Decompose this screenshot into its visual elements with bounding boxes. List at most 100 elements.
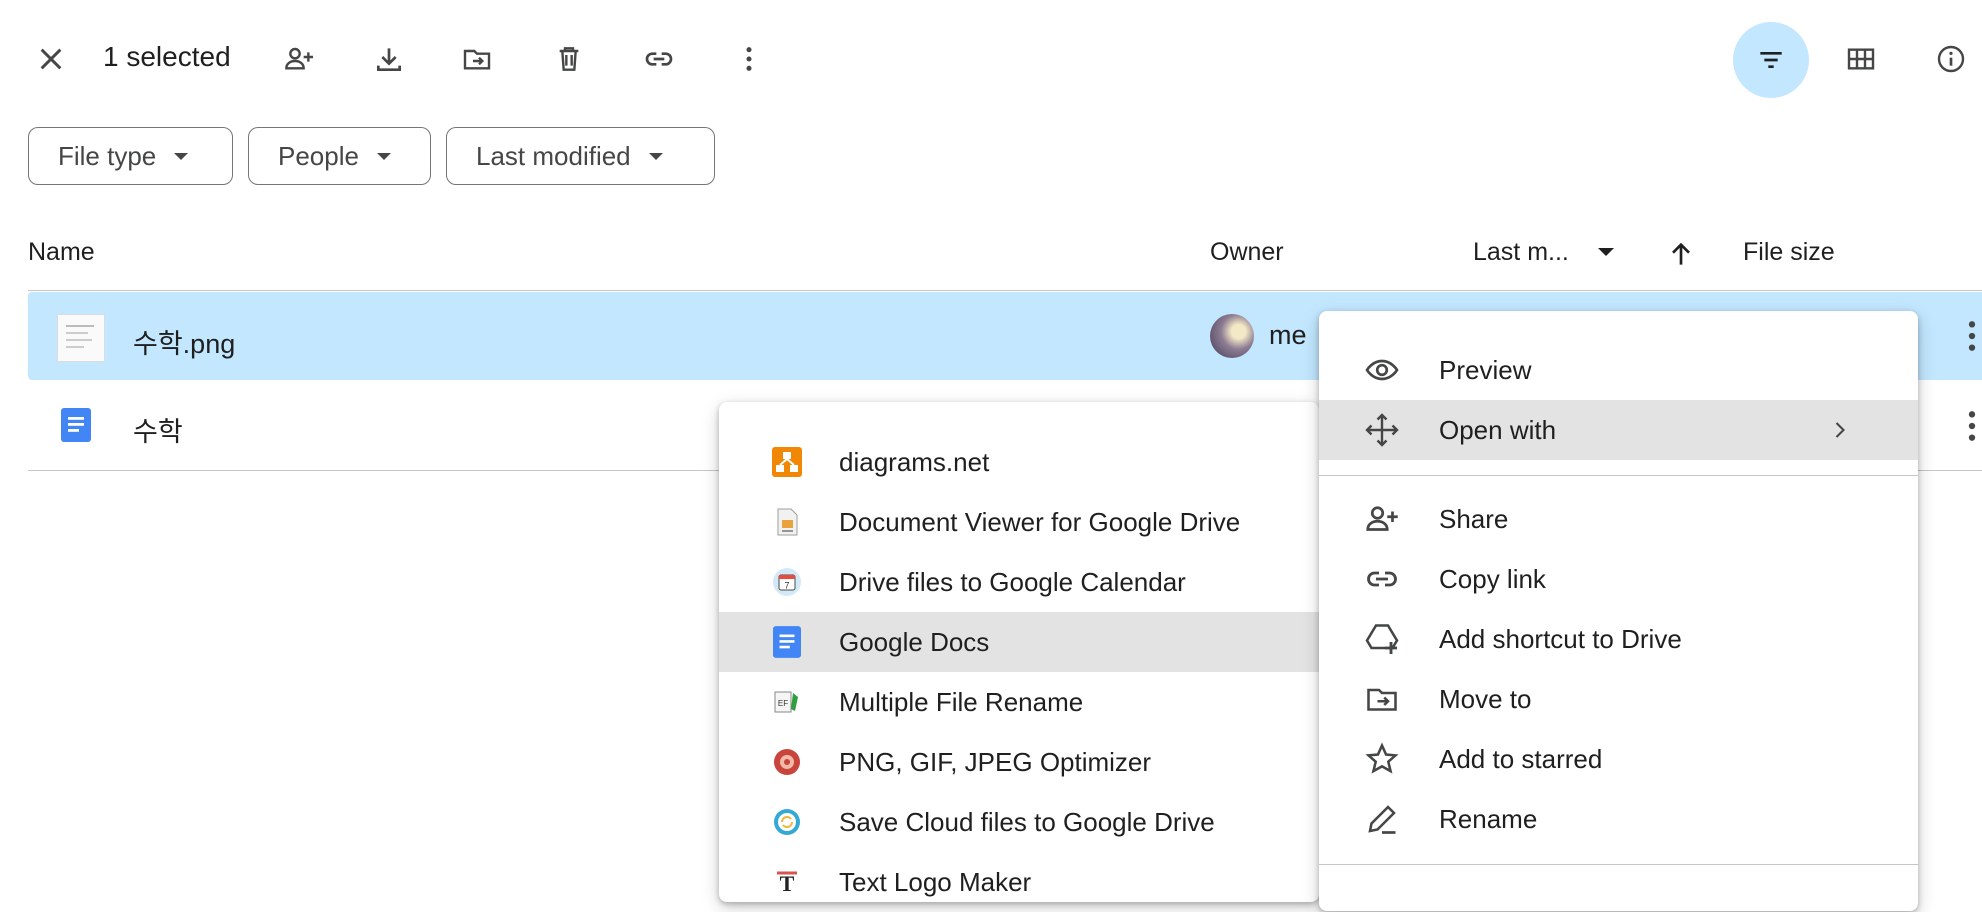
image-thumbnail-icon <box>57 314 105 362</box>
open-with-icon <box>1364 412 1400 448</box>
dropdown-arrow-icon <box>376 152 391 160</box>
sort-direction-button[interactable] <box>1665 238 1697 270</box>
sort-dropdown-icon[interactable] <box>1598 248 1614 256</box>
menu-divider <box>1319 475 1918 476</box>
menu-item-label: PNG, GIF, JPEG Optimizer <box>839 746 1152 777</box>
move-to-folder-icon <box>1364 681 1400 717</box>
add-person-icon <box>285 47 313 70</box>
chevron-right-icon <box>1826 416 1854 444</box>
more-actions-button[interactable] <box>721 31 777 87</box>
more-vert-icon <box>746 47 752 71</box>
file-type-filter-label: File type <box>58 140 157 171</box>
menu-item-label: Rename <box>1439 803 1538 834</box>
filter-icon <box>1760 52 1782 68</box>
menu-item-label: Text Logo Maker <box>839 866 1032 897</box>
file-name: 수학 <box>133 417 183 447</box>
link-icon <box>645 52 673 66</box>
copy-link-button[interactable] <box>631 31 687 87</box>
avatar <box>1210 314 1254 358</box>
rename-pencil-icon <box>1364 801 1400 837</box>
open-with-document-viewer[interactable]: Document Viewer for Google Drive <box>719 492 1319 552</box>
menu-item-add-to-starred[interactable]: Add to starred <box>1319 729 1918 789</box>
details-button[interactable] <box>1923 31 1979 87</box>
more-vert-icon <box>1968 321 1976 351</box>
open-with-save-cloud-files[interactable]: Save Cloud files to Google Drive <box>719 792 1319 852</box>
move-to-folder-icon <box>463 49 491 70</box>
menu-item-label: Add to starred <box>1439 743 1603 774</box>
svg-text:T: T <box>780 871 795 896</box>
star-icon <box>1364 741 1400 777</box>
file-type-filter-chip[interactable]: File type <box>28 127 233 185</box>
menu-item-label: Google Docs <box>839 626 990 657</box>
menu-item-rename[interactable]: Rename <box>1319 789 1918 849</box>
row-more-button[interactable] <box>1952 316 1982 356</box>
close-selection-button[interactable] <box>23 31 79 87</box>
open-with-image-optimizer[interactable]: PNG, GIF, JPEG Optimizer <box>719 732 1319 792</box>
optimizer-icon <box>769 744 805 780</box>
eye-icon <box>1364 352 1400 388</box>
menu-item-label: Save Cloud files to Google Drive <box>839 806 1215 837</box>
menu-item-label: Document Viewer for Google Drive <box>839 506 1241 537</box>
dropdown-arrow-icon <box>174 152 189 160</box>
menu-item-label: Copy link <box>1439 563 1546 594</box>
row-more-button[interactable] <box>1952 406 1982 446</box>
menu-item-label: diagrams.net <box>839 446 990 477</box>
menu-item-label: Open with <box>1439 414 1557 445</box>
google-docs-icon <box>769 624 805 660</box>
diagrams-net-icon <box>769 444 805 480</box>
selection-count: 1 selected <box>103 41 231 72</box>
people-filter-label: People <box>278 140 359 171</box>
menu-divider <box>1319 864 1918 865</box>
open-with-diagrams-net[interactable]: diagrams.net <box>719 432 1319 492</box>
open-with-multiple-file-rename[interactable]: EF Multiple File Rename <box>719 672 1319 732</box>
menu-item-add-shortcut[interactable]: Add shortcut to Drive <box>1319 609 1918 669</box>
file-rename-icon: EF <box>769 684 805 720</box>
document-viewer-icon <box>769 504 805 540</box>
delete-button[interactable] <box>541 31 597 87</box>
last-modified-filter-chip[interactable]: Last modified <box>446 127 715 185</box>
menu-item-label: Move to <box>1439 683 1532 714</box>
file-name: 수학.png <box>133 329 236 359</box>
owner-name: me <box>1269 320 1307 350</box>
svg-text:7: 7 <box>784 581 789 591</box>
menu-item-preview[interactable]: Preview <box>1319 340 1918 400</box>
download-button[interactable] <box>361 31 417 87</box>
name-column-header[interactable]: Name <box>28 238 95 267</box>
menu-item-open-with[interactable]: Open with <box>1319 400 1918 460</box>
filter-button[interactable] <box>1733 22 1809 98</box>
menu-item-label: Add shortcut to Drive <box>1439 623 1682 654</box>
dropdown-arrow-icon <box>648 152 663 160</box>
menu-item-label: Share <box>1439 503 1509 534</box>
share-button[interactable] <box>271 31 327 87</box>
calendar-icon: 7 <box>769 564 805 600</box>
menu-item-label: Preview <box>1439 354 1532 385</box>
grid-view-icon <box>1847 48 1875 70</box>
menu-item-copy-link[interactable]: Copy link <box>1319 549 1918 609</box>
menu-item-label: Multiple File Rename <box>839 686 1084 717</box>
owner-column-header[interactable]: Owner <box>1210 238 1284 267</box>
menu-item-share[interactable]: Share <box>1319 489 1918 549</box>
delete-icon <box>559 47 579 71</box>
header-divider <box>28 290 1982 291</box>
info-icon <box>1937 45 1965 73</box>
save-cloud-icon <box>769 804 805 840</box>
context-menu: Preview Open with Share Copy link Add sh… <box>1319 311 1918 911</box>
link-icon <box>1364 561 1400 597</box>
svg-text:EF: EF <box>778 699 788 708</box>
close-icon <box>40 48 62 70</box>
move-button[interactable] <box>449 31 505 87</box>
last-modified-column-header[interactable]: Last m... <box>1473 238 1569 267</box>
people-filter-chip[interactable]: People <box>248 127 431 185</box>
open-with-google-docs[interactable]: Google Docs <box>719 612 1319 672</box>
open-with-text-logo-maker[interactable]: T Text Logo Maker <box>719 852 1319 912</box>
text-logo-icon: T <box>769 864 805 900</box>
download-icon <box>377 48 401 71</box>
last-modified-filter-label: Last modified <box>476 140 631 171</box>
menu-item-move-to[interactable]: Move to <box>1319 669 1918 729</box>
grid-view-button[interactable] <box>1833 31 1889 87</box>
more-vert-icon <box>1968 411 1976 441</box>
open-with-drive-files-to-calendar[interactable]: 7 Drive files to Google Calendar <box>719 552 1319 612</box>
add-person-icon <box>1364 501 1400 537</box>
menu-item-label: Drive files to Google Calendar <box>839 566 1186 597</box>
file-size-column-header[interactable]: File size <box>1743 238 1835 267</box>
